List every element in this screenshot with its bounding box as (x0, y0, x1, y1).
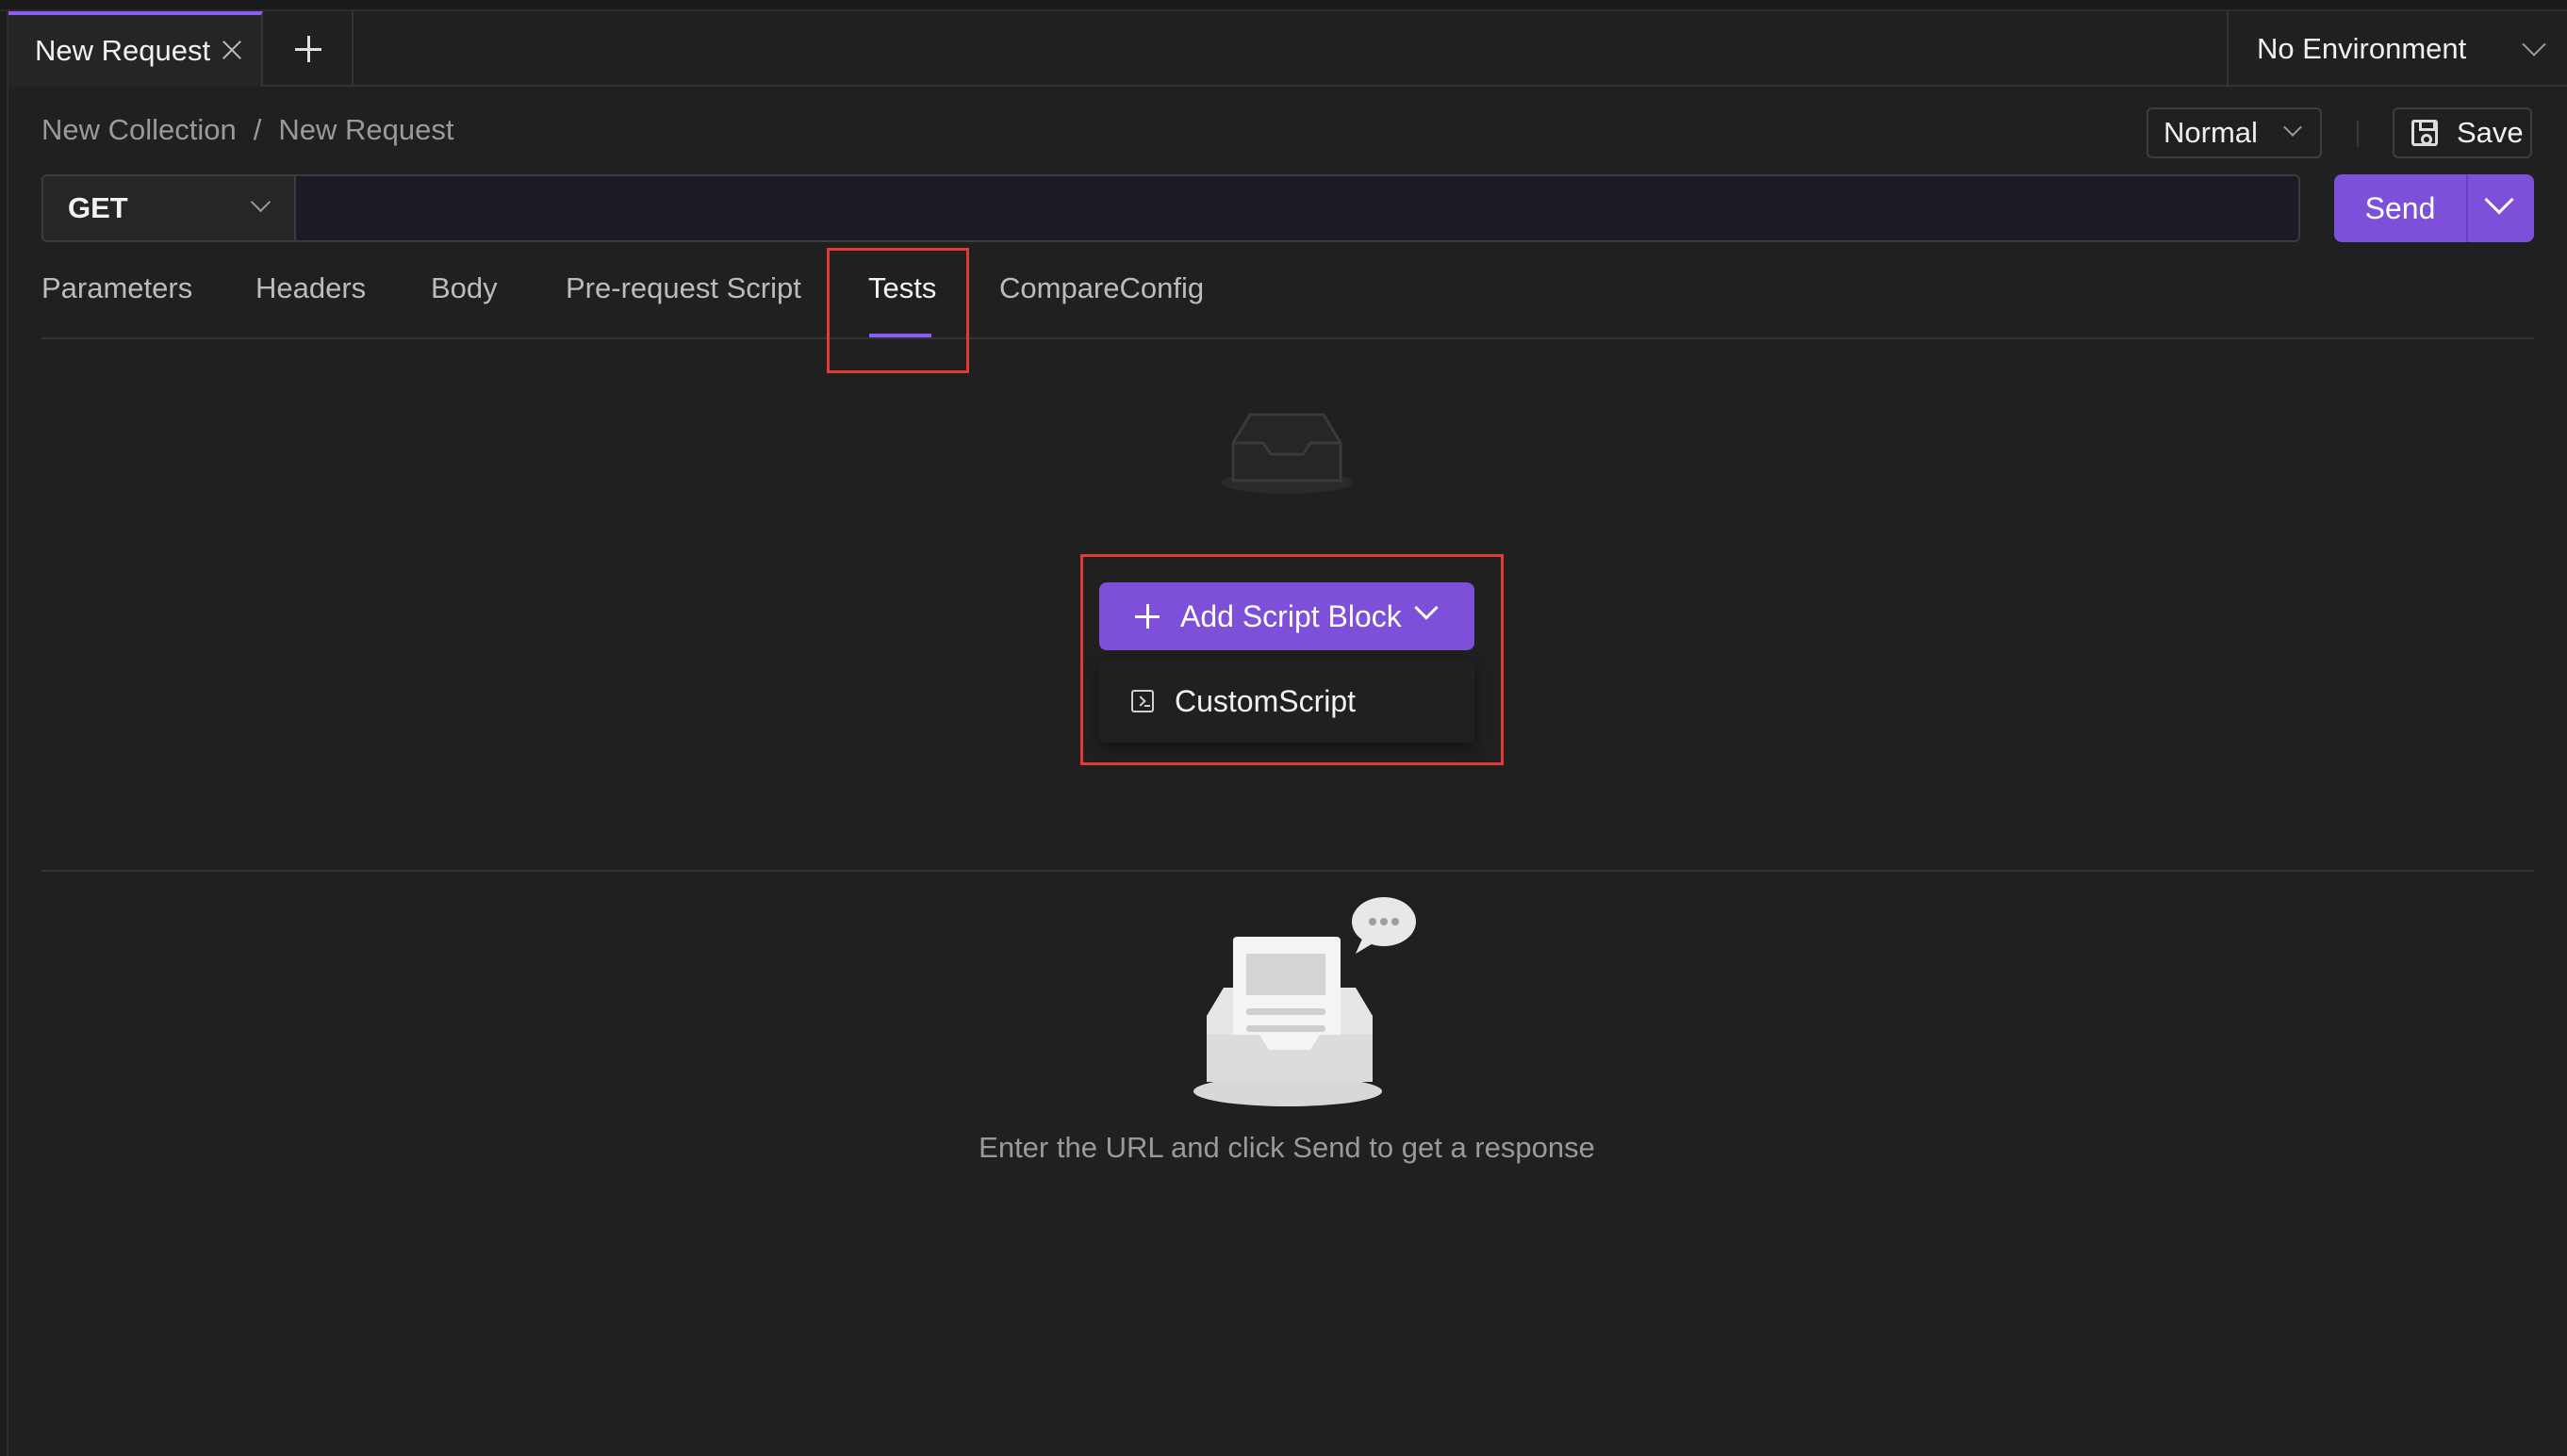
tab-compareconfig[interactable]: CompareConfig (999, 271, 1204, 305)
environment-select[interactable]: No Environment (2227, 11, 2567, 87)
method-label: GET (68, 191, 128, 224)
tab-label: New Request (35, 34, 211, 67)
app-window: New Request No Environment New Collectio… (0, 0, 2567, 1456)
chevron-down-icon (2484, 185, 2514, 215)
environment-label: No Environment (2257, 32, 2467, 65)
request-tabs: Parameters Headers Body Pre-request Scri… (41, 271, 2534, 339)
method-select[interactable]: GET (43, 176, 296, 240)
chevron-down-icon (2283, 118, 2302, 137)
send-options-button[interactable] (2468, 174, 2534, 242)
plus-icon (295, 36, 321, 62)
tab-parameters[interactable]: Parameters (41, 271, 192, 305)
highlight-box-tests-tab (827, 248, 969, 373)
url-input[interactable] (298, 182, 2296, 231)
save-button[interactable]: Save (2393, 107, 2532, 158)
tab-body[interactable]: Body (431, 271, 498, 305)
save-icon (2411, 120, 2438, 146)
window-top-edge (0, 0, 2567, 11)
tab-bar: New Request No Environment (8, 11, 2567, 87)
mode-label: Normal (2164, 116, 2258, 149)
tab-headers[interactable]: Headers (255, 271, 366, 305)
breadcrumb-request: New Request (278, 113, 454, 146)
chevron-down-icon (2522, 32, 2546, 57)
section-divider (41, 870, 2534, 872)
close-icon[interactable] (218, 36, 246, 64)
url-bar: GET (41, 174, 2300, 242)
breadcrumb-collection[interactable]: New Collection (41, 113, 237, 147)
toolbar-divider (2357, 121, 2359, 147)
breadcrumb: New Collection / New Request (41, 113, 453, 147)
empty-inbox-icon (1221, 413, 1353, 494)
breadcrumb-separator: / (253, 113, 262, 146)
tab-pre-request-script[interactable]: Pre-request Script (566, 271, 801, 305)
save-label: Save (2457, 116, 2524, 149)
highlight-box-add-script (1080, 554, 1504, 765)
add-tab-button[interactable] (265, 11, 354, 87)
chevron-down-icon (250, 191, 272, 213)
empty-response-message: Enter the URL and click Send to get a re… (979, 1131, 1595, 1164)
send-button[interactable]: Send (2334, 174, 2534, 242)
empty-response-illustration (1193, 897, 1416, 1106)
mode-select[interactable]: Normal (2147, 107, 2322, 158)
tab-new-request[interactable]: New Request (8, 11, 263, 87)
send-label: Send (2364, 190, 2436, 225)
window-left-edge (0, 11, 8, 1456)
